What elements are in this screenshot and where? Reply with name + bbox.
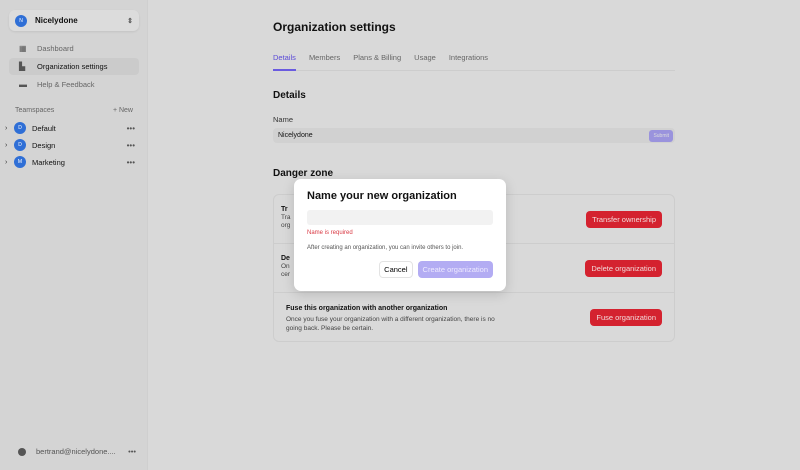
name-value: Nicelydone bbox=[278, 132, 313, 139]
page-title: Organization settings bbox=[273, 20, 396, 34]
tab-usage[interactable]: Usage bbox=[414, 51, 436, 71]
more-icon[interactable]: ••• bbox=[127, 124, 135, 133]
row-desc: On cer bbox=[281, 263, 291, 278]
new-organization-dialog: Name your new organization Name is requi… bbox=[294, 179, 506, 291]
teamspace-item[interactable]: › D Design ••• bbox=[5, 138, 135, 152]
tab-integrations[interactable]: Integrations bbox=[449, 51, 488, 71]
chevron-right-icon[interactable]: › bbox=[5, 142, 14, 149]
danger-zone-title: Danger zone bbox=[273, 168, 334, 179]
sidebar: N Nicelydone ⇕ ▦ Dashboard ▙ Organization … bbox=[0, 0, 148, 470]
transfer-ownership-button[interactable]: Transfer ownership bbox=[586, 211, 662, 228]
tabs: Details Members Plans & Billing Usage In… bbox=[273, 51, 675, 71]
user-email: bertrand@nicelydone.... bbox=[36, 447, 116, 456]
submit-button[interactable]: Submit bbox=[649, 129, 673, 142]
more-icon[interactable]: ••• bbox=[128, 447, 136, 456]
teamspace-name: Design bbox=[32, 140, 56, 150]
org-avatar: N bbox=[15, 14, 27, 27]
building-icon: ▙ bbox=[19, 61, 26, 71]
row-desc: Once you fuse your organization with a d… bbox=[286, 316, 495, 332]
sidebar-item-organization-settings[interactable]: ▙ Organization settings bbox=[9, 58, 139, 75]
dialog-title: Name your new organization bbox=[307, 190, 457, 202]
teamspace-avatar: M bbox=[14, 156, 26, 168]
name-label: Name bbox=[273, 115, 294, 124]
dialog-info: After creating an organization, you can … bbox=[307, 245, 464, 251]
teamspaces-label: Teamspaces bbox=[15, 107, 55, 114]
chevron-right-icon[interactable]: › bbox=[5, 159, 14, 166]
chat-icon: ▬ bbox=[19, 79, 27, 89]
sidebar-item-dashboard[interactable]: ▦ Dashboard bbox=[9, 40, 139, 57]
org-name: Nicelydone bbox=[35, 16, 78, 25]
more-icon[interactable]: ••• bbox=[127, 158, 135, 167]
row-desc: Tra org bbox=[281, 214, 291, 229]
tab-plans-billing[interactable]: Plans & Billing bbox=[353, 51, 401, 71]
nav-label: Help & Feedback bbox=[37, 80, 95, 89]
chevron-right-icon[interactable]: › bbox=[5, 125, 14, 132]
danger-row: Fuse this organization with another orga… bbox=[274, 293, 674, 342]
teamspace-name: Marketing bbox=[32, 157, 65, 167]
sidebar-item-help[interactable]: ▬ Help & Feedback bbox=[9, 76, 139, 93]
more-icon[interactable]: ••• bbox=[127, 141, 135, 150]
org-switcher[interactable]: N Nicelydone ⇕ bbox=[9, 10, 139, 31]
teamspace-item[interactable]: › M Marketing ••• bbox=[5, 155, 135, 169]
chevron-up-down-icon: ⇕ bbox=[127, 17, 133, 25]
nav-label: Dashboard bbox=[37, 44, 74, 53]
organization-name-input[interactable] bbox=[307, 210, 493, 225]
nav-label: Organization settings bbox=[37, 62, 108, 71]
section-title: Details bbox=[273, 90, 306, 101]
user-menu[interactable]: bertrand@nicelydone.... ••• bbox=[18, 447, 136, 456]
teamspace-avatar: D bbox=[14, 139, 26, 151]
teamspaces-header: Teamspaces + New bbox=[15, 107, 133, 114]
teamspace-avatar: D bbox=[14, 122, 26, 134]
fuse-organization-button[interactable]: Fuse organization bbox=[590, 309, 662, 326]
grid-icon: ▦ bbox=[19, 43, 27, 53]
teamspace-name: Default bbox=[32, 123, 56, 133]
delete-organization-button[interactable]: Delete organization bbox=[585, 260, 662, 277]
error-message: Name is required bbox=[307, 230, 353, 236]
tab-details[interactable]: Details bbox=[273, 51, 296, 71]
new-teamspace-button[interactable]: + New bbox=[113, 107, 133, 114]
name-field[interactable]: Nicelydone Submit bbox=[273, 128, 675, 143]
create-organization-button[interactable]: Create organization bbox=[417, 261, 493, 278]
new-label: New bbox=[118, 107, 133, 114]
cancel-button[interactable]: Cancel bbox=[379, 261, 413, 278]
tab-members[interactable]: Members bbox=[309, 51, 340, 71]
user-icon bbox=[18, 447, 26, 456]
teamspace-item[interactable]: › D Default ••• bbox=[5, 121, 135, 135]
